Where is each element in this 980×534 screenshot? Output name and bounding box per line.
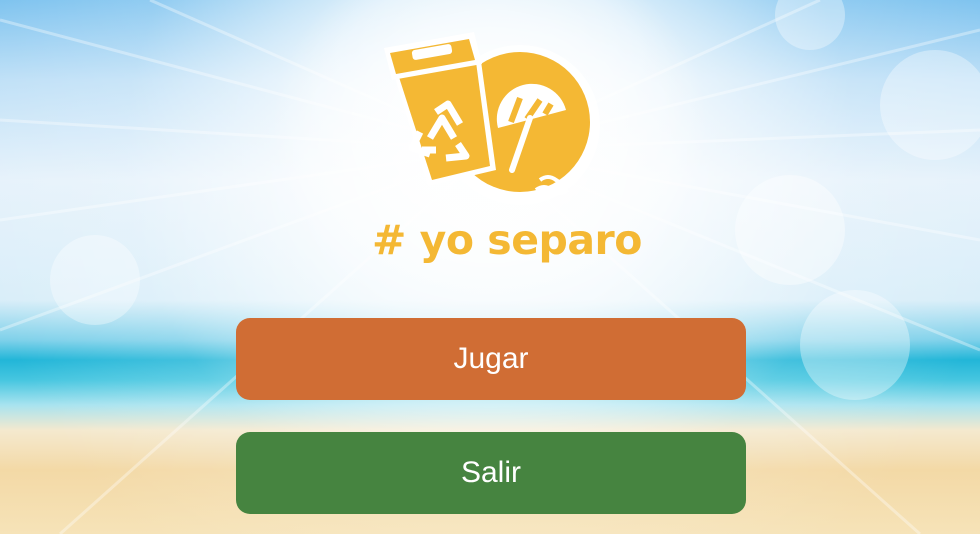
bokeh-light: [50, 235, 140, 325]
logo-wordmark: # yo separo: [372, 216, 642, 264]
play-button[interactable]: Jugar: [236, 318, 746, 400]
exit-button[interactable]: Salir: [236, 432, 746, 514]
bokeh-light: [800, 290, 910, 400]
game-logo: # yo separo: [370, 20, 642, 270]
bokeh-light: [735, 175, 845, 285]
bokeh-light: [880, 50, 980, 160]
bokeh-light: [775, 0, 845, 50]
main-menu-screen: # yo separo Jugar Salir: [0, 0, 980, 534]
